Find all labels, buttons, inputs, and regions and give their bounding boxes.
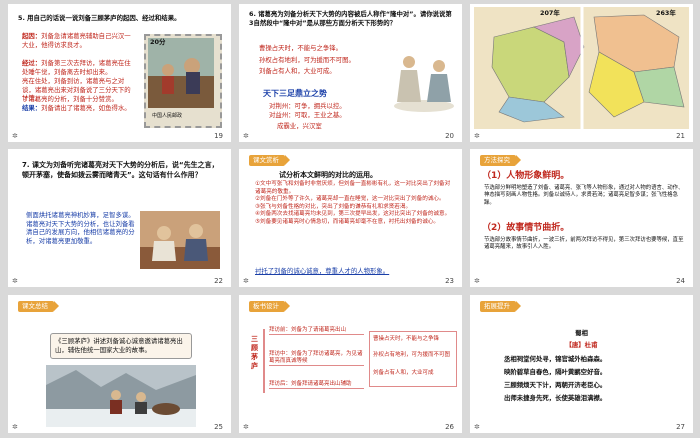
discussion-illustration: [140, 211, 220, 269]
slide-thumbnail-20[interactable]: 6. 诸葛亮为刘备分析天下大势的内容被后人称作“隆中对”。请你说说第3自然段中“…: [239, 4, 462, 142]
board-left-item: 拜访前：刘备为了请诸葛亮出山: [269, 327, 364, 335]
slide-sorter-grid: 5. 用自己的话说一说刘备三顾茅庐的起因、经过和结果。 起因：刘备急请诸葛亮辅助…: [0, 0, 700, 438]
analysis-footer: 衬托了刘备的诚心诚意，尊重人才的人物形象。: [255, 267, 390, 275]
slide-transition-icon: ✲: [12, 277, 18, 285]
slide-title: 7. 课文为刘备听完诸葛亮对天下大势的分析后，说“先生之言，顿开茅塞，使备如拨云…: [22, 161, 219, 179]
heading-2: （2）故事情节曲折。: [482, 223, 570, 233]
slide-transition-icon: ✲: [474, 423, 480, 431]
map-year-left: 207年: [540, 9, 560, 17]
slide-thumbnail-21[interactable]: 207年 263年 21 ✲: [470, 4, 693, 142]
result-text: 结果：刘备请出了诸葛亮，如鱼得水。: [22, 104, 132, 113]
map-year-right: 263年: [656, 9, 676, 17]
point-item: 刘备占有人和，大业可成。: [259, 67, 336, 76]
section-tag: 板书设计: [249, 301, 290, 312]
slide-number: 26: [445, 423, 454, 431]
poem-line: 映阶碧草自春色，隔叶黄鹂空好音。: [504, 368, 607, 376]
slide-number: 21: [676, 132, 685, 140]
board-side-title: 三顾茅庐: [251, 335, 258, 370]
slide-transition-icon: ✲: [474, 132, 480, 140]
cause-label: 起因：: [22, 32, 42, 40]
section-tag: 拓展提升: [480, 301, 521, 312]
section-tag: 课文赏析: [249, 155, 290, 166]
sub-title: 天下三足鼎立之势: [263, 89, 327, 98]
slide-thumbnail-19[interactable]: 5. 用自己的话说一说刘备三顾茅庐的起因、经过和结果。 起因：刘备急请诸葛亮辅助…: [8, 4, 231, 142]
paragraph-2: 节选部分故事情节曲折，一波三折，前两次拜访不得见，第三次拜访也要等候，直至诸葛亮…: [484, 237, 684, 251]
analysis-item: ④刘备两次去找诸葛亮均未见到，第三次提早出发，这对比突出了刘备的诚意。: [255, 211, 451, 218]
point-item: 曹操占天时，不能与之争锋。: [259, 44, 343, 52]
sub-item: 成霸业，兴汉室: [277, 122, 322, 130]
analysis-item: ①文中写张飞和刘备时非常厌烦，但刘备一直彬彬有礼，这一对比突出了刘备对诸葛亮的敬…: [255, 181, 451, 195]
poem-line: 出师未捷身先死，长使英雄泪满襟。: [504, 394, 607, 402]
stamp-caption: 中国人民邮政: [152, 113, 183, 119]
slide-title: 5. 用自己的话说一说刘备三顾茅庐的起因、经过和结果。: [18, 14, 181, 22]
board-left-item: 拜访中：刘备为了拜访诸葛亮，为见诸葛亮而真诚等候: [269, 351, 364, 366]
slide-title: 试分析本文鲜明的对比的运用。: [279, 171, 377, 179]
slide-number: 24: [676, 277, 685, 285]
slide-transition-icon: ✲: [474, 277, 480, 285]
summary-box: 《三顾茅庐》讲述刘备诚心诚意邀请诸葛亮出山，辅佐他统一国家大业的故事。: [50, 333, 192, 359]
board-right-item: 孙权占有地利，可为援而不可图: [373, 352, 451, 358]
poem-line: 三顾频烦天下计，两朝开济老臣心。: [504, 381, 607, 389]
slide-number: 27: [676, 423, 685, 431]
slide-transition-icon: ✲: [243, 423, 249, 431]
slide-transition-icon: ✲: [12, 423, 18, 431]
slide-number: 23: [445, 277, 454, 285]
analysis-item: ②刘备在门外等了许久，诸葛亮却一直在睡觉，这一对比突出了刘备的诚心。: [255, 196, 445, 203]
postage-stamp-image: 20分 中国人民邮政: [144, 34, 222, 128]
figures-illustration: [394, 56, 454, 112]
poem-line: 丞相祠堂何处寻，锦官城外柏森森。: [504, 355, 607, 363]
sub-item: 对益州：可取，王业之基。: [269, 111, 346, 119]
stamp-illustration: [148, 38, 214, 108]
slide-number: 22: [214, 277, 223, 285]
sub-item: 对荆州：可争，拥兵以控。: [269, 102, 346, 110]
bracket-line: [263, 329, 265, 393]
board-right-item: 曹操占天时，不能与之争锋: [373, 336, 440, 342]
summary-text: 《三顾茅庐》讲述刘备诚心诚意邀请诸葛亮出山，辅佐他统一国家大业的故事。: [55, 337, 183, 354]
process-label: 经过：: [22, 59, 42, 67]
result-label: 结果：: [22, 104, 42, 112]
slide-number: 19: [214, 132, 223, 140]
process-cont-2: 了诸葛亮的分析，刘备十分赞赏。: [22, 95, 118, 103]
stamp-value: 20分: [150, 38, 166, 46]
heading-1: （1）人物形象鲜明。: [482, 171, 570, 181]
cause-text: 起因：刘备急请诸葛亮辅助自己兴汉一大业，他得访求良才。: [22, 32, 132, 49]
slide-transition-icon: ✲: [243, 277, 249, 285]
slide-transition-icon: ✲: [12, 132, 18, 140]
points-list: 曹操占天时，不能与之争锋。 孙权占有地利，可为援而不可图。 刘备占有人和，大业可…: [259, 44, 379, 76]
result-value: 刘备请出了诸葛亮，如鱼得水。: [41, 104, 131, 112]
section-tag: 课文总结: [18, 301, 59, 312]
slide-thumbnail-23[interactable]: 课文赏析 试分析本文鲜明的对比的运用。 ①文中写张飞和刘备时非常厌烦，但刘备一直…: [239, 149, 462, 287]
poem-title: 蜀相: [575, 329, 588, 337]
analysis-list: ①文中写张飞和刘备时非常厌烦，但刘备一直彬彬有礼，这一对比突出了刘备对诸葛亮的敬…: [255, 181, 455, 227]
board-left-item: 拜访后：刘备拜请诸葛亮出山辅助: [269, 381, 364, 389]
process-text: 经过：刘备第三次去拜访，诸葛亮在住处睡午觉，刘备离去时却出来。: [22, 59, 132, 76]
section-tag: 方法探究: [480, 155, 521, 166]
slide-thumbnail-25[interactable]: 课文总结 《三顾茅庐》讲述刘备诚心诚意邀请诸葛亮出山，辅佐他统一国家大业的故事。…: [8, 295, 231, 433]
board-right-item: 刘备占有人和，大业可成: [373, 370, 434, 376]
slide-thumbnail-22[interactable]: 7. 课文为刘备听完诸葛亮对天下大势的分析后，说“先生之言，顿开茅塞，使备如拨云…: [8, 149, 231, 287]
slide-number: 20: [445, 132, 454, 140]
slide-thumbnail-26[interactable]: 板书设计 三顾茅庐 拜访前：刘备为了请诸葛亮出山 拜访中：刘备为了拜访诸葛亮，为…: [239, 295, 462, 433]
paragraph-1: 节选部分鲜明地塑造了刘备、诸葛亮、张飞等人物形象，通过对人物的语言、动作、神态描…: [484, 185, 684, 206]
map-image: [474, 7, 689, 129]
slide-title: 6. 诸葛亮为刘备分析天下大势的内容被后人称作“隆中对”。请你说说第3自然段中“…: [249, 10, 452, 27]
snow-scene-illustration: [46, 365, 196, 427]
point-item: 孙权占有地利，可为援而不可图。: [259, 55, 355, 64]
slide-thumbnail-27[interactable]: 拓展提升 蜀相 【唐】杜甫 丞相祠堂何处寻，锦官城外柏森森。 映阶碧草自春色，隔…: [470, 295, 693, 433]
answer-text: 侧面烘托诸葛亮神机妙算，足智多谋。诸葛亮对天下大势的分析，也让刘备看清自己的发展…: [26, 211, 135, 245]
slide-number: 25: [214, 423, 223, 431]
slide-transition-icon: ✲: [243, 132, 249, 140]
slide-thumbnail-24[interactable]: 方法探究 （1）人物形象鲜明。 节选部分鲜明地塑造了刘备、诸葛亮、张飞等人物形象…: [470, 149, 693, 287]
analysis-item: ⑤刘备要见诸葛亮时心情急切，而诸葛亮却毫不在意，衬托出刘备的诚心。: [255, 218, 440, 225]
poem-author: 【唐】杜甫: [565, 341, 598, 349]
